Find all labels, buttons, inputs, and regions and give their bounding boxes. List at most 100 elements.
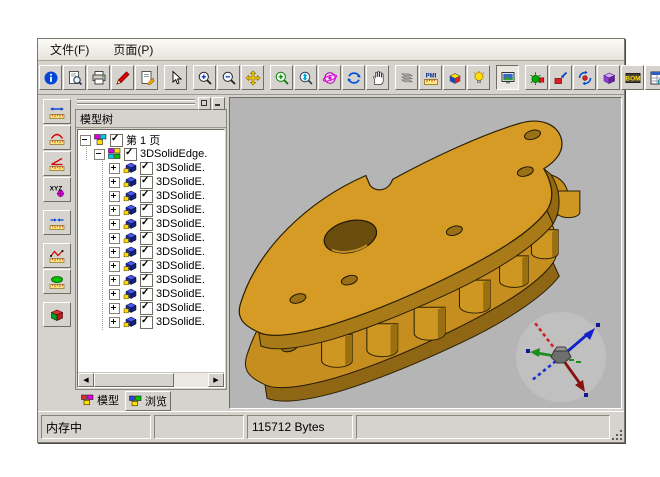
menu-page[interactable]: 页面(P) (111, 40, 155, 59)
node-checkbox[interactable] (140, 190, 153, 203)
view-mode-button[interactable] (496, 65, 519, 90)
spin-button[interactable] (342, 65, 365, 90)
light-button[interactable] (467, 65, 490, 90)
panel-gripper[interactable] (75, 97, 227, 109)
node-checkbox[interactable] (140, 232, 153, 245)
orbit-button[interactable] (318, 65, 341, 90)
tree-node-solid[interactable]: 3DSolidE. (78, 245, 224, 259)
node-checkbox[interactable] (140, 288, 153, 301)
node-checkbox[interactable] (140, 274, 153, 287)
zoom-dynamic-button[interactable] (294, 65, 317, 90)
explode-button[interactable] (525, 65, 548, 90)
tab-model[interactable]: 模型 (78, 391, 122, 409)
pan-hand-icon (370, 70, 386, 86)
node-checkbox[interactable] (140, 176, 153, 189)
pan-hand-button[interactable] (366, 65, 389, 90)
expand-icon[interactable] (109, 205, 120, 216)
measure-arc-button[interactable] (43, 125, 71, 150)
tab-browse[interactable]: 浏览 (125, 391, 171, 411)
tree-node-label: 3DSolidE. (156, 218, 205, 230)
resize-grip[interactable] (611, 429, 623, 441)
pan-move-button[interactable] (241, 65, 264, 90)
panel-hide-button[interactable] (212, 97, 225, 110)
node-checkbox[interactable] (140, 204, 153, 217)
tree-node-solid[interactable]: 3DSolidE. (78, 301, 224, 315)
rotate-part-button[interactable] (573, 65, 596, 90)
scroll-left-arrow[interactable]: ◀ (78, 373, 94, 387)
orientation-triad[interactable] (513, 309, 609, 405)
expand-icon[interactable] (109, 317, 120, 328)
tree-node-solid[interactable]: 3DSolidE. (78, 273, 224, 287)
node-checkbox[interactable] (140, 218, 153, 231)
measure-curve-button[interactable] (43, 243, 71, 268)
expand-icon[interactable] (109, 303, 120, 314)
tree-node-solid[interactable]: 3DSolidE. (78, 231, 224, 245)
collapse-icon[interactable] (80, 135, 91, 146)
measure-angle-button[interactable] (43, 151, 71, 176)
measure-distance-button[interactable] (43, 210, 71, 235)
tree-node-page[interactable]: 第 1 页 (78, 133, 224, 147)
zoom-in-button[interactable] (193, 65, 216, 90)
select-cursor-icon (168, 70, 184, 86)
assembly-node-icon (108, 148, 121, 160)
expand-icon[interactable] (109, 191, 120, 202)
panel-restore-button[interactable] (198, 97, 211, 110)
menu-file[interactable]: 文件(F) (48, 40, 91, 59)
node-checkbox[interactable] (110, 134, 123, 147)
tree-node-solid[interactable]: 3DSolidE. (78, 203, 224, 217)
expand-icon[interactable] (109, 177, 120, 188)
tree-node-solid[interactable]: 3DSolidE. (78, 315, 224, 329)
tree-node-label: 3DSolidE. (156, 162, 205, 174)
expand-icon[interactable] (109, 275, 120, 286)
expand-icon[interactable] (109, 233, 120, 244)
move-part-button[interactable] (549, 65, 572, 90)
measure-length-button[interactable] (43, 99, 71, 124)
pmi-button[interactable]: PMI (419, 65, 442, 90)
tree-node-solid[interactable]: 3DSolidE. (78, 259, 224, 273)
viewport-3d[interactable] (229, 97, 622, 409)
node-checkbox[interactable] (140, 316, 153, 329)
node-checkbox[interactable] (140, 302, 153, 315)
node-checkbox[interactable] (140, 260, 153, 273)
tree-node-solid[interactable]: 3DSolidE. (78, 189, 224, 203)
solid-node-icon (123, 316, 137, 328)
tree-node-solid[interactable]: 3DSolidE. (78, 161, 224, 175)
page-edit-button[interactable] (135, 65, 158, 90)
tree-node-solid[interactable]: 3DSolidE. (78, 287, 224, 301)
zoom-out-button[interactable] (217, 65, 240, 90)
measure-volume-button[interactable] (43, 302, 71, 327)
info-button[interactable] (39, 65, 62, 90)
collapse-icon[interactable] (94, 149, 105, 160)
layers-button[interactable] (395, 65, 418, 90)
print-icon (91, 70, 107, 86)
measure-area-button[interactable] (43, 269, 71, 294)
scroll-right-arrow[interactable]: ▶ (208, 373, 224, 387)
zoom-window-button[interactable] (270, 65, 293, 90)
solid-node-icon (123, 176, 137, 188)
node-checkbox[interactable] (124, 148, 137, 161)
tree-node-solid[interactable]: 3DSolidE. (78, 217, 224, 231)
gripper-lines (77, 99, 195, 107)
tree-node-assembly[interactable]: 3DSolidEdge. (78, 147, 224, 161)
print-preview-button[interactable] (63, 65, 86, 90)
scroll-thumb[interactable] (94, 373, 174, 387)
tree-horizontal-scrollbar[interactable]: ◀ ▶ (78, 372, 224, 387)
light-icon (471, 70, 487, 86)
node-checkbox[interactable] (140, 246, 153, 259)
view-cube-button[interactable] (443, 65, 466, 90)
expand-icon[interactable] (109, 163, 120, 174)
tree-node-solid[interactable]: 3DSolidE. (78, 175, 224, 189)
expand-icon[interactable] (109, 289, 120, 300)
expand-icon[interactable] (109, 261, 120, 272)
tree-node-label: 3DSolidE. (156, 190, 205, 202)
expand-icon[interactable] (109, 219, 120, 230)
bom-button[interactable]: BOM (621, 65, 644, 90)
expand-icon[interactable] (109, 247, 120, 258)
node-checkbox[interactable] (140, 162, 153, 175)
report-button[interactable] (645, 65, 660, 90)
markup-pen-button[interactable] (111, 65, 134, 90)
solid-box-button[interactable] (597, 65, 620, 90)
print-button[interactable] (87, 65, 110, 90)
select-cursor-button[interactable] (164, 65, 187, 90)
measure-coordinate-button[interactable]: XYZ (43, 177, 71, 202)
